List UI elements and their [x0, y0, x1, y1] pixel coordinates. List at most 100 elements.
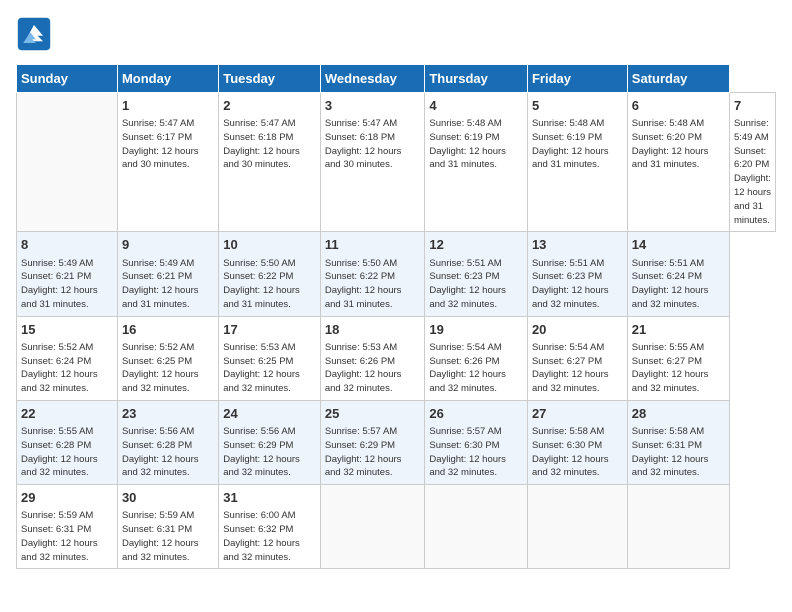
day-number: 12 [429, 236, 523, 254]
day-info: Sunrise: 5:52 AM Sunset: 6:24 PM Dayligh… [21, 341, 113, 396]
calendar-cell: 28 Sunrise: 5:58 AM Sunset: 6:31 PM Dayli… [627, 400, 729, 484]
day-number: 13 [532, 236, 623, 254]
calendar-cell: 3Sunrise: 5:47 AM Sunset: 6:18 PM Daylig… [320, 93, 425, 232]
day-info: Sunrise: 5:59 AM Sunset: 6:31 PM Dayligh… [21, 509, 113, 564]
calendar-cell: 7 Sunrise: 5:49 AM Sunset: 6:20 PM Daylig… [729, 93, 775, 232]
day-number: 6 [632, 97, 725, 115]
day-info: Sunrise: 5:58 AM Sunset: 6:31 PM Dayligh… [632, 425, 725, 480]
day-info: Sunrise: 5:50 AM Sunset: 6:22 PM Dayligh… [325, 257, 421, 312]
calendar-cell: 25 Sunrise: 5:57 AM Sunset: 6:29 PM Dayli… [320, 400, 425, 484]
day-info: Sunrise: 5:52 AM Sunset: 6:25 PM Dayligh… [122, 341, 214, 396]
day-number: 27 [532, 405, 623, 423]
calendar-table: SundayMondayTuesdayWednesdayThursdayFrid… [16, 64, 776, 569]
header [16, 16, 776, 52]
day-number: 10 [223, 236, 316, 254]
day-number: 2 [223, 97, 316, 115]
day-number: 17 [223, 321, 316, 339]
day-number: 28 [632, 405, 725, 423]
calendar-cell [425, 485, 528, 569]
calendar-cell [627, 485, 729, 569]
day-number: 9 [122, 236, 214, 254]
day-number: 25 [325, 405, 421, 423]
day-info: Sunrise: 5:49 AM Sunset: 6:20 PM Dayligh… [734, 117, 771, 227]
day-info: Sunrise: 5:55 AM Sunset: 6:28 PM Dayligh… [21, 425, 113, 480]
calendar-cell: 18 Sunrise: 5:53 AM Sunset: 6:26 PM Dayli… [320, 316, 425, 400]
day-number: 8 [21, 236, 113, 254]
calendar-week-3: 22 Sunrise: 5:55 AM Sunset: 6:28 PM Dayli… [17, 400, 776, 484]
header-row: SundayMondayTuesdayWednesdayThursdayFrid… [17, 65, 776, 93]
day-number: 26 [429, 405, 523, 423]
calendar-cell: 8 Sunrise: 5:49 AM Sunset: 6:21 PM Daylig… [17, 232, 118, 316]
day-info: Sunrise: 5:56 AM Sunset: 6:28 PM Dayligh… [122, 425, 214, 480]
day-info: Sunrise: 5:56 AM Sunset: 6:29 PM Dayligh… [223, 425, 316, 480]
day-number: 31 [223, 489, 316, 507]
day-info: Sunrise: 5:48 AM Sunset: 6:19 PM Dayligh… [429, 117, 523, 172]
calendar-cell: 17Sunrise: 5:53 AM Sunset: 6:25 PM Dayli… [219, 316, 321, 400]
day-info: Sunrise: 5:48 AM Sunset: 6:19 PM Dayligh… [532, 117, 623, 172]
day-info: Sunrise: 5:47 AM Sunset: 6:18 PM Dayligh… [223, 117, 316, 172]
calendar-cell: 22 Sunrise: 5:55 AM Sunset: 6:28 PM Dayli… [17, 400, 118, 484]
day-info: Sunrise: 5:57 AM Sunset: 6:29 PM Dayligh… [325, 425, 421, 480]
day-number: 19 [429, 321, 523, 339]
day-number: 5 [532, 97, 623, 115]
day-info: Sunrise: 5:53 AM Sunset: 6:26 PM Dayligh… [325, 341, 421, 396]
calendar-cell: 5 Sunrise: 5:48 AM Sunset: 6:19 PM Daylig… [527, 93, 627, 232]
calendar-cell: 6 Sunrise: 5:48 AM Sunset: 6:20 PM Daylig… [627, 93, 729, 232]
calendar-cell [320, 485, 425, 569]
day-number: 22 [21, 405, 113, 423]
calendar-cell: 15 Sunrise: 5:52 AM Sunset: 6:24 PM Dayli… [17, 316, 118, 400]
calendar-week-4: 29 Sunrise: 5:59 AM Sunset: 6:31 PM Dayli… [17, 485, 776, 569]
calendar-cell: 29 Sunrise: 5:59 AM Sunset: 6:31 PM Dayli… [17, 485, 118, 569]
day-number: 3 [325, 97, 421, 115]
calendar-cell: 10Sunrise: 5:50 AM Sunset: 6:22 PM Dayli… [219, 232, 321, 316]
header-day-wednesday: Wednesday [320, 65, 425, 93]
logo [16, 16, 56, 52]
header-day-sunday: Sunday [17, 65, 118, 93]
day-number: 14 [632, 236, 725, 254]
calendar-cell: 23Sunrise: 5:56 AM Sunset: 6:28 PM Dayli… [117, 400, 218, 484]
calendar-cell: 31 Sunrise: 6:00 AM Sunset: 6:32 PM Dayli… [219, 485, 321, 569]
calendar-cell: 30 Sunrise: 5:59 AM Sunset: 6:31 PM Dayli… [117, 485, 218, 569]
day-number: 20 [532, 321, 623, 339]
calendar-cell: 2 Sunrise: 5:47 AM Sunset: 6:18 PM Daylig… [219, 93, 321, 232]
calendar-cell: 11 Sunrise: 5:50 AM Sunset: 6:22 PM Dayli… [320, 232, 425, 316]
calendar-week-0: 1 Sunrise: 5:47 AM Sunset: 6:17 PM Daylig… [17, 93, 776, 232]
header-day-monday: Monday [117, 65, 218, 93]
logo-icon [16, 16, 52, 52]
day-number: 7 [734, 97, 771, 115]
day-number: 24 [223, 405, 316, 423]
day-info: Sunrise: 5:48 AM Sunset: 6:20 PM Dayligh… [632, 117, 725, 172]
day-info: Sunrise: 5:54 AM Sunset: 6:27 PM Dayligh… [532, 341, 623, 396]
calendar-body: 1 Sunrise: 5:47 AM Sunset: 6:17 PM Daylig… [17, 93, 776, 569]
calendar-cell: 20 Sunrise: 5:54 AM Sunset: 6:27 PM Dayli… [527, 316, 627, 400]
day-info: Sunrise: 5:54 AM Sunset: 6:26 PM Dayligh… [429, 341, 523, 396]
calendar-cell: 13 Sunrise: 5:51 AM Sunset: 6:23 PM Dayli… [527, 232, 627, 316]
calendar-week-2: 15 Sunrise: 5:52 AM Sunset: 6:24 PM Dayli… [17, 316, 776, 400]
day-number: 11 [325, 236, 421, 254]
calendar-cell: 27 Sunrise: 5:58 AM Sunset: 6:30 PM Dayli… [527, 400, 627, 484]
day-number: 18 [325, 321, 421, 339]
day-info: Sunrise: 5:49 AM Sunset: 6:21 PM Dayligh… [122, 257, 214, 312]
calendar-cell [17, 93, 118, 232]
day-number: 1 [122, 97, 214, 115]
day-info: Sunrise: 5:59 AM Sunset: 6:31 PM Dayligh… [122, 509, 214, 564]
day-number: 30 [122, 489, 214, 507]
day-info: Sunrise: 5:47 AM Sunset: 6:17 PM Dayligh… [122, 117, 214, 172]
calendar-cell: 1 Sunrise: 5:47 AM Sunset: 6:17 PM Daylig… [117, 93, 218, 232]
day-info: Sunrise: 5:51 AM Sunset: 6:23 PM Dayligh… [532, 257, 623, 312]
calendar-cell: 9 Sunrise: 5:49 AM Sunset: 6:21 PM Daylig… [117, 232, 218, 316]
calendar-cell: 16 Sunrise: 5:52 AM Sunset: 6:25 PM Dayli… [117, 316, 218, 400]
header-day-thursday: Thursday [425, 65, 528, 93]
day-info: Sunrise: 5:58 AM Sunset: 6:30 PM Dayligh… [532, 425, 623, 480]
day-number: 15 [21, 321, 113, 339]
calendar-cell: 12Sunrise: 5:51 AM Sunset: 6:23 PM Dayli… [425, 232, 528, 316]
day-number: 4 [429, 97, 523, 115]
day-number: 16 [122, 321, 214, 339]
day-info: Sunrise: 6:00 AM Sunset: 6:32 PM Dayligh… [223, 509, 316, 564]
header-day-tuesday: Tuesday [219, 65, 321, 93]
day-number: 29 [21, 489, 113, 507]
header-day-friday: Friday [527, 65, 627, 93]
day-info: Sunrise: 5:49 AM Sunset: 6:21 PM Dayligh… [21, 257, 113, 312]
calendar-week-1: 8 Sunrise: 5:49 AM Sunset: 6:21 PM Daylig… [17, 232, 776, 316]
calendar-cell: 14Sunrise: 5:51 AM Sunset: 6:24 PM Dayli… [627, 232, 729, 316]
